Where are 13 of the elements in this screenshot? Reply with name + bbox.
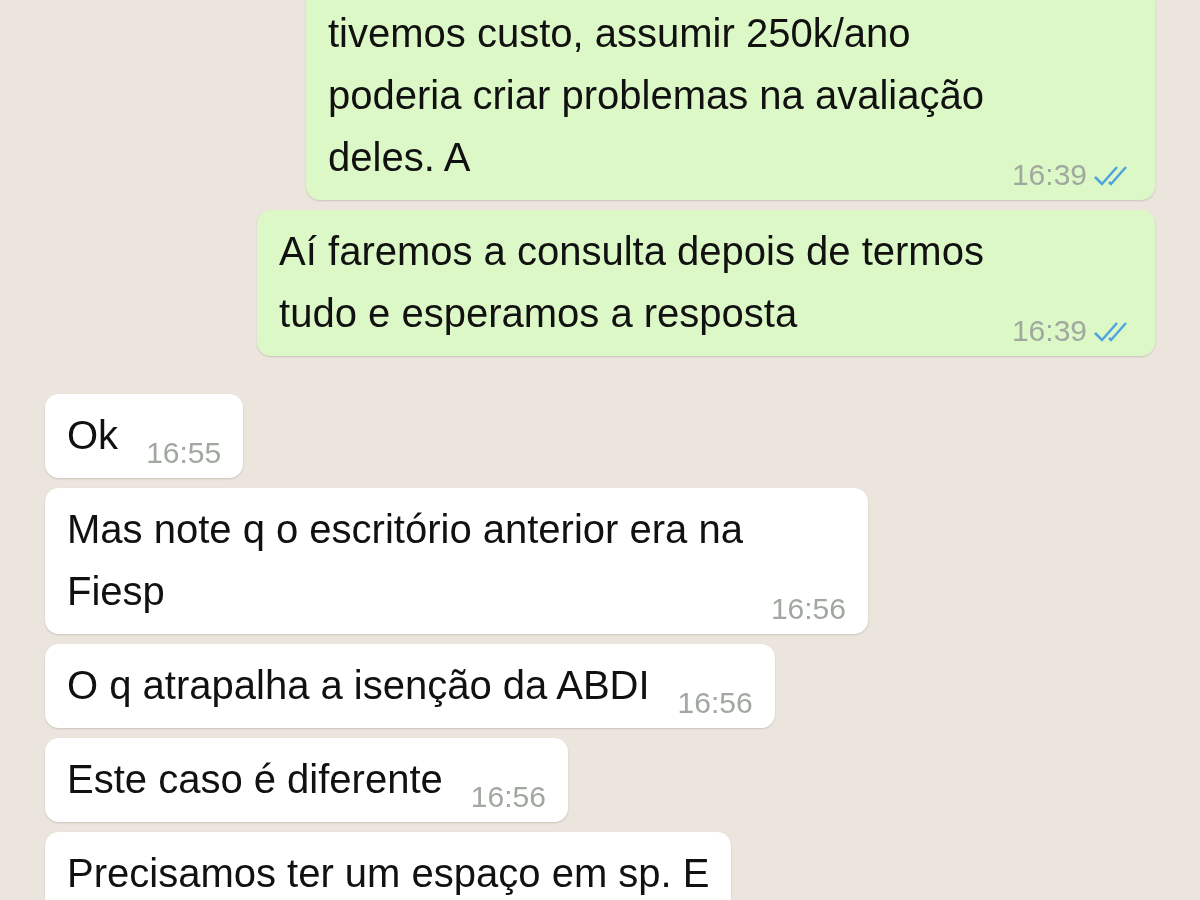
message-text: O q atrapalha a isenção da ABDI [67,662,650,709]
message-time: 16:55 [146,436,222,470]
message-time: 16:56 [770,592,846,626]
message-time: 16:56 [470,780,546,814]
message-time: 16:39 [1011,158,1087,192]
message-time: 16:39 [1011,314,1087,348]
message-text: Este caso é diferente [67,756,443,803]
message-text: tivemos custo, assumir 250k/ano poderia criar problemas na avaliação deles. A [328,10,984,181]
message-text: Precisamos ter um espaço em sp. E [67,850,710,897]
message-text: Aí faremos a consulta depois de termos tudo e esperamos a resposta [279,228,984,337]
message-text: Ok [67,412,119,459]
message-text: Mas note q o escritório anterior era na Fiesp [67,506,743,615]
message-time: 16:56 [677,686,753,720]
